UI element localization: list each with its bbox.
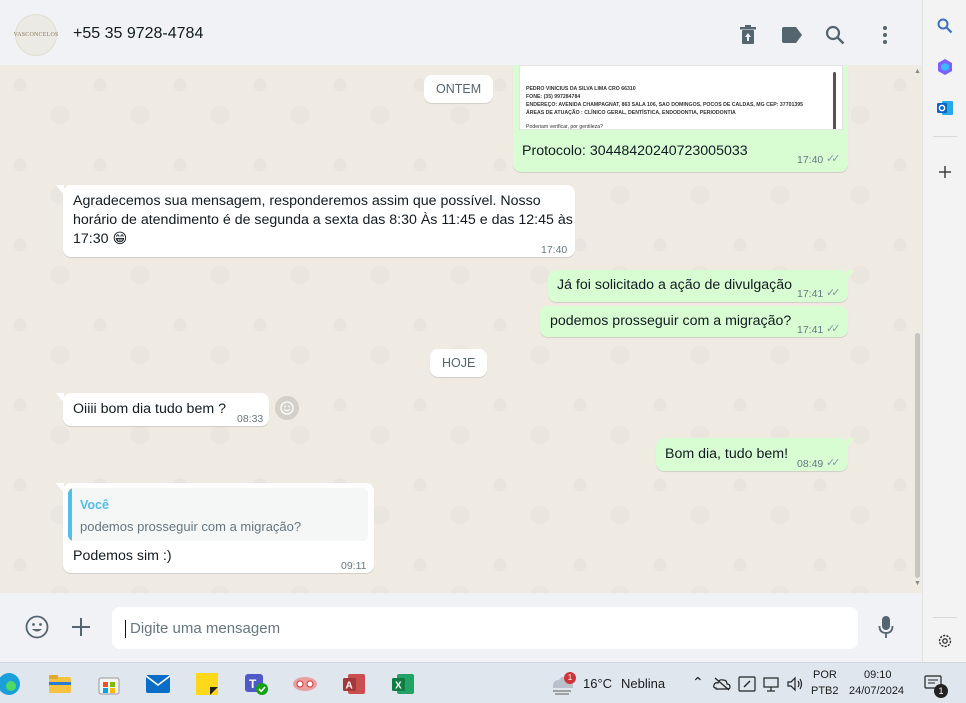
weather-temp: 16°C xyxy=(583,676,613,691)
tray-expand-icon[interactable]: ⌃ xyxy=(692,674,704,691)
weather-alert-badge: 1 xyxy=(564,672,576,684)
message-text-line: Agradecemos sua mensagem, responderemos … xyxy=(73,193,541,209)
pen-tablet-icon[interactable] xyxy=(737,674,757,694)
file-explorer-icon[interactable] xyxy=(47,671,73,697)
onedrive-off-icon[interactable] xyxy=(712,674,732,694)
message-text: Bom dia, tudo bem! xyxy=(665,446,789,462)
snipping-tool-icon[interactable] xyxy=(292,671,318,697)
edge-browser-icon[interactable] xyxy=(0,671,22,697)
svg-text:A: A xyxy=(346,681,353,692)
excel-icon[interactable]: X xyxy=(390,671,416,697)
message-time: 08:33 xyxy=(237,413,264,425)
teams-icon[interactable]: T xyxy=(243,671,269,697)
text-caret xyxy=(125,620,126,638)
message-input[interactable] xyxy=(112,607,858,649)
message-bubble-outgoing[interactable]: Bom dia, tudo bem! 08:49 ✓✓ xyxy=(656,438,855,471)
message-time: 17:40 xyxy=(797,154,824,166)
clock-date[interactable]: 24/07/2024 xyxy=(849,685,904,697)
date-divider-today: HOJE xyxy=(430,349,488,377)
mail-icon[interactable] xyxy=(145,671,171,697)
browser-side-rail xyxy=(922,0,966,662)
keyboard-layout[interactable]: PTB2 xyxy=(811,685,839,697)
avatar-logo-text: VASCONCELOS xyxy=(13,32,59,38)
message-bubble-outgoing[interactable]: PEDRO VINICIUS DA SILVA LIMA CRO 66310 F… xyxy=(513,65,848,172)
menu-dots-icon[interactable] xyxy=(872,22,898,48)
svg-text:T: T xyxy=(249,677,257,691)
message-text-line: 17:30 😁 xyxy=(73,231,128,247)
message-time: 17:41 xyxy=(797,324,824,336)
message-bubble-outgoing[interactable]: podemos prosseguir com a migração? 17:41… xyxy=(540,306,848,337)
clock-time[interactable]: 09:10 xyxy=(864,669,892,681)
message-time: 08:49 xyxy=(797,458,824,470)
message-time: 17:41 xyxy=(797,288,824,300)
message-time: 09:11 xyxy=(341,560,367,572)
message-bubble-incoming[interactable]: Agradecemos sua mensagem, responderemos … xyxy=(56,185,575,257)
conversation-panel[interactable]: PEDRO VINICIUS DA SILVA LIMA CRO 66310 F… xyxy=(0,65,922,593)
message-composer xyxy=(0,593,922,662)
message-text: Protocolo: 30448420240723005033 xyxy=(522,143,748,159)
weather-desc: Neblina xyxy=(621,676,666,691)
microphone-icon[interactable] xyxy=(872,613,900,641)
keyboard-language[interactable]: POR xyxy=(813,669,837,681)
message-bubble-outgoing[interactable]: Já foi solicitado a ação de divulgação 1… xyxy=(548,270,855,302)
quoted-message[interactable]: Você podemos prosseguir com a migração? xyxy=(68,488,368,541)
scroll-down-icon[interactable]: ▼ xyxy=(914,580,921,587)
side-search-icon[interactable] xyxy=(933,14,957,38)
delete-icon[interactable] xyxy=(735,22,761,48)
add-icon[interactable] xyxy=(933,160,957,184)
document-preview[interactable]: PEDRO VINICIUS DA SILVA LIMA CRO 66310 F… xyxy=(519,65,843,130)
read-ticks-icon: ✓✓ xyxy=(826,153,841,165)
contact-avatar[interactable]: VASCONCELOS xyxy=(13,14,59,56)
message-text-line: horário de atendimento é de segunda a se… xyxy=(73,212,573,228)
network-icon[interactable] xyxy=(761,674,781,694)
read-ticks-icon: ✓✓ xyxy=(826,457,841,469)
quoted-author: Você xyxy=(80,498,109,512)
read-ticks-icon: ✓✓ xyxy=(826,287,841,299)
access-icon[interactable]: A xyxy=(341,671,367,697)
svg-text:X: X xyxy=(395,681,402,692)
message-bubble-incoming-reply[interactable]: Você podemos prosseguir com a migração? … xyxy=(56,483,374,573)
message-text: podemos prosseguir com a migração? xyxy=(550,313,792,329)
chat-scrollbar[interactable]: ▲ ▼ xyxy=(913,65,922,593)
message-bubble-incoming[interactable]: Oiiii bom dia tudo bem ? 08:33 xyxy=(56,393,269,426)
quoted-text: podemos prosseguir com a migração? xyxy=(80,519,302,534)
scroll-up-icon[interactable]: ▲ xyxy=(914,68,921,75)
settings-gear-icon[interactable] xyxy=(933,629,957,653)
notification-count-badge: 1 xyxy=(934,684,948,698)
read-ticks-icon: ✓✓ xyxy=(826,323,841,335)
store-icon[interactable] xyxy=(96,671,122,697)
date-divider-yesterday: ONTEM xyxy=(424,75,494,103)
message-text: Podemos sim :) xyxy=(73,548,172,564)
sticky-notes-icon[interactable] xyxy=(194,671,220,697)
emoji-icon[interactable] xyxy=(23,613,51,641)
message-text: Já foi solicitado a ação de divulgação xyxy=(557,277,793,293)
reaction-emoji-icon[interactable] xyxy=(275,396,299,420)
outlook-icon[interactable] xyxy=(933,96,957,120)
search-icon[interactable] xyxy=(822,22,848,48)
doc-line: Poderiam verificar, por gentileza? xyxy=(526,124,603,130)
label-tag-icon[interactable] xyxy=(779,22,805,48)
windows-taskbar: T A X 1 16°C Neblina ⌃ POR PTB2 09:10 24… xyxy=(0,662,966,703)
contact-name[interactable]: +55 35 9728-4784 xyxy=(73,25,203,43)
scrollbar-thumb[interactable] xyxy=(915,333,920,578)
volume-icon[interactable] xyxy=(785,674,805,694)
copilot-icon[interactable] xyxy=(933,55,957,79)
attach-plus-icon[interactable] xyxy=(67,613,95,641)
message-time: 17:40 xyxy=(541,244,568,256)
chat-header: VASCONCELOS +55 35 9728-4784 xyxy=(0,5,922,65)
message-text: Oiiii bom dia tudo bem ? xyxy=(73,401,226,417)
